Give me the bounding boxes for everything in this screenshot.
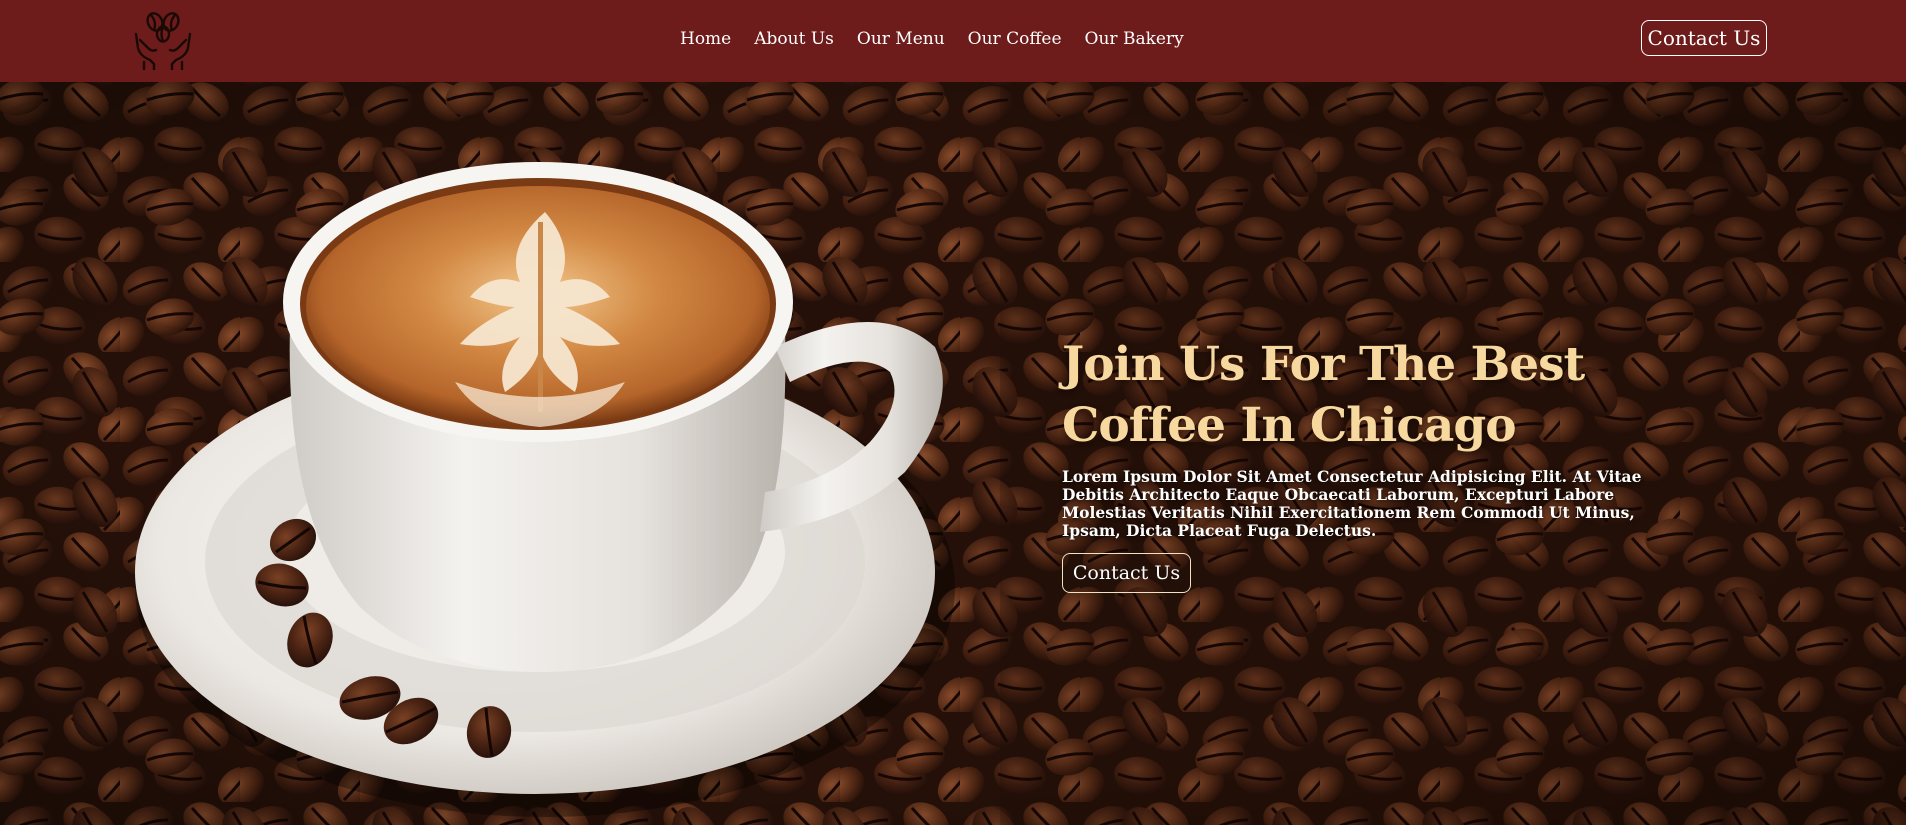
header-contact-button[interactable]: Contact Us bbox=[1641, 20, 1767, 56]
hero-description: Lorem Ipsum Dolor Sit Amet Consectetur A… bbox=[1062, 467, 1642, 540]
nav-home[interactable]: Home bbox=[680, 29, 731, 49]
main-nav: Home About Us Our Menu Our Coffee Our Ba… bbox=[680, 0, 1184, 78]
page: Home About Us Our Menu Our Coffee Our Ba… bbox=[0, 0, 1906, 825]
navbar: Home About Us Our Menu Our Coffee Our Ba… bbox=[0, 0, 1906, 82]
hero-title: Join Us For The Best Coffee In Chicago bbox=[1062, 337, 1585, 453]
hero-contact-button[interactable]: Contact Us bbox=[1062, 553, 1191, 593]
nav-about-us[interactable]: About Us bbox=[754, 29, 834, 49]
nav-our-bakery[interactable]: Our Bakery bbox=[1085, 29, 1184, 49]
hero-text-block: Join Us For The Best Coffee In Chicago L… bbox=[1062, 334, 1662, 593]
nav-our-coffee[interactable]: Our Coffee bbox=[968, 29, 1062, 49]
hero-section: Join Us For The Best Coffee In Chicago L… bbox=[0, 82, 1906, 825]
coffee-beans-hands-icon[interactable] bbox=[130, 4, 196, 72]
nav-our-menu[interactable]: Our Menu bbox=[857, 29, 945, 49]
